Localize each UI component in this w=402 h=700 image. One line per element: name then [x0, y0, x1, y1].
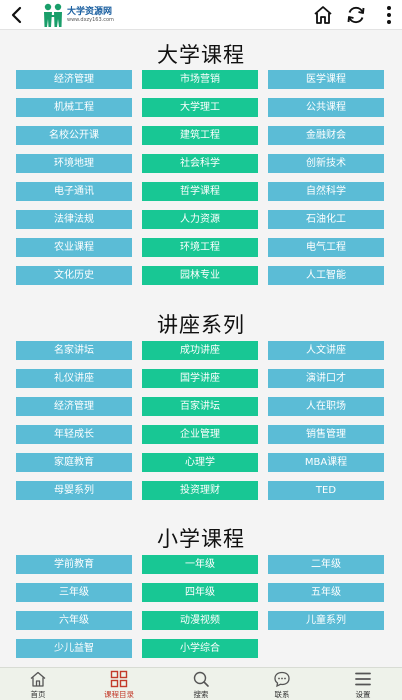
section-title-university: 大学课程 — [157, 43, 245, 67]
course-button[interactable]: 文化历史 — [16, 266, 132, 285]
grid-icon — [110, 670, 128, 688]
course-button[interactable]: 成功讲座 — [142, 341, 258, 360]
tab-search-label: 搜索 — [193, 690, 209, 699]
course-button[interactable]: 国学讲座 — [142, 369, 258, 388]
top-bar: 大学资源网 www.dxzy163.com — [0, 0, 402, 30]
course-button[interactable]: 三年级 — [16, 583, 132, 602]
course-button[interactable]: 大学理工 — [142, 98, 258, 117]
course-button[interactable]: 石油化工 — [268, 210, 384, 229]
site-name: 大学资源网 — [67, 7, 113, 17]
tab-course-catalog[interactable]: 课程目录 — [79, 668, 159, 700]
course-button[interactable]: 市场营销 — [142, 70, 258, 89]
course-button[interactable]: 小学综合 — [142, 639, 258, 658]
course-button[interactable]: 人力资源 — [142, 210, 258, 229]
course-button[interactable]: 演讲口才 — [268, 369, 384, 388]
home-icon[interactable] — [311, 3, 335, 27]
site-url: www.dxzy163.com — [67, 17, 114, 23]
section-title-primary: 小学课程 — [157, 527, 245, 551]
course-button[interactable]: 建筑工程 — [142, 126, 258, 145]
tab-course-catalog-label: 课程目录 — [104, 690, 134, 699]
menu-icon — [355, 672, 371, 686]
course-button[interactable]: 五年级 — [268, 583, 384, 602]
tab-settings-label: 设置 — [355, 690, 371, 699]
course-button[interactable]: 动漫视频 — [142, 611, 258, 630]
course-button[interactable]: 创新技术 — [268, 154, 384, 173]
course-button[interactable]: 法律法规 — [16, 210, 132, 229]
tab-contact[interactable]: 联系 — [242, 668, 322, 700]
course-button[interactable]: 哲学课程 — [142, 182, 258, 201]
logo-figures-icon — [44, 3, 62, 27]
course-button[interactable]: 人工智能 — [268, 266, 384, 285]
course-button[interactable]: 社会科学 — [142, 154, 258, 173]
course-button[interactable]: 销售管理 — [268, 425, 384, 444]
course-button[interactable]: 礼仪讲座 — [16, 369, 132, 388]
course-button[interactable]: 园林专业 — [142, 266, 258, 285]
tab-home-label: 首页 — [30, 690, 46, 699]
course-button[interactable]: 母婴系列 — [16, 481, 132, 500]
course-button[interactable]: 医学课程 — [268, 70, 384, 89]
course-button[interactable]: 一年级 — [142, 555, 258, 574]
course-button[interactable]: 环境工程 — [142, 238, 258, 257]
course-button[interactable]: 四年级 — [142, 583, 258, 602]
search-icon — [193, 671, 209, 687]
course-button[interactable]: 年轻成长 — [16, 425, 132, 444]
course-button[interactable]: 投资理财 — [142, 481, 258, 500]
tab-search[interactable]: 搜索 — [161, 668, 241, 700]
course-button[interactable]: 自然科学 — [268, 182, 384, 201]
tab-contact-label: 联系 — [274, 690, 290, 699]
course-button[interactable]: 电子通讯 — [16, 182, 132, 201]
bottom-tab-bar: 首页 课程目录 搜索 联系 设置 — [0, 667, 402, 700]
course-button[interactable]: 电气工程 — [268, 238, 384, 257]
course-button[interactable]: 六年级 — [16, 611, 132, 630]
course-button[interactable]: TED — [268, 481, 384, 500]
course-button[interactable]: 学前教育 — [16, 555, 132, 574]
section-title-lectures: 讲座系列 — [157, 313, 245, 337]
course-grid-primary: 学前教育 一年级 二年级三年级 四年级 五年级六年级 动漫视频 儿童系列少儿益智 小学综合 — [16, 555, 384, 658]
course-button[interactable]: 人文讲座 — [268, 341, 384, 360]
course-button[interactable]: 少儿益智 — [16, 639, 132, 658]
course-button[interactable]: 儿童系列 — [268, 611, 384, 630]
course-button[interactable]: 机械工程 — [16, 98, 132, 117]
course-button[interactable]: 百家讲坛 — [142, 397, 258, 416]
back-arrow-icon[interactable] — [6, 4, 28, 26]
course-button[interactable]: 农业课程 — [16, 238, 132, 257]
tab-home[interactable]: 首页 — [0, 668, 78, 700]
course-grid-university: 经济管理 市场营销 医学课程机械工程 大学理工 公共课程名校公开课 建筑工程 金融财会环境地… — [16, 70, 384, 285]
course-button[interactable]: 心理学 — [142, 453, 258, 472]
refresh-icon[interactable] — [344, 3, 368, 27]
course-button[interactable]: 家庭教育 — [16, 453, 132, 472]
course-button[interactable]: 企业管理 — [142, 425, 258, 444]
course-button[interactable]: 名家讲坛 — [16, 341, 132, 360]
more-vert-icon[interactable] — [377, 3, 401, 27]
site-logo[interactable]: 大学资源网 www.dxzy163.com — [40, 2, 140, 28]
course-grid-lectures: 名家讲坛 成功讲座 人文讲座礼仪讲座 国学讲座 演讲口才经济管理 百家讲坛 人在职场年轻成长… — [16, 341, 384, 500]
course-button[interactable]: 人在职场 — [268, 397, 384, 416]
home-icon — [30, 671, 46, 687]
course-button[interactable]: MBA课程 — [268, 453, 384, 472]
course-button[interactable]: 二年级 — [268, 555, 384, 574]
course-button[interactable]: 经济管理 — [16, 70, 132, 89]
course-button[interactable]: 环境地理 — [16, 154, 132, 173]
course-button[interactable]: 公共课程 — [268, 98, 384, 117]
chat-icon — [274, 671, 290, 688]
course-button[interactable]: 名校公开课 — [16, 126, 132, 145]
course-button[interactable]: 金融财会 — [268, 126, 384, 145]
course-button[interactable]: 经济管理 — [16, 397, 132, 416]
tab-settings[interactable]: 设置 — [323, 668, 402, 700]
